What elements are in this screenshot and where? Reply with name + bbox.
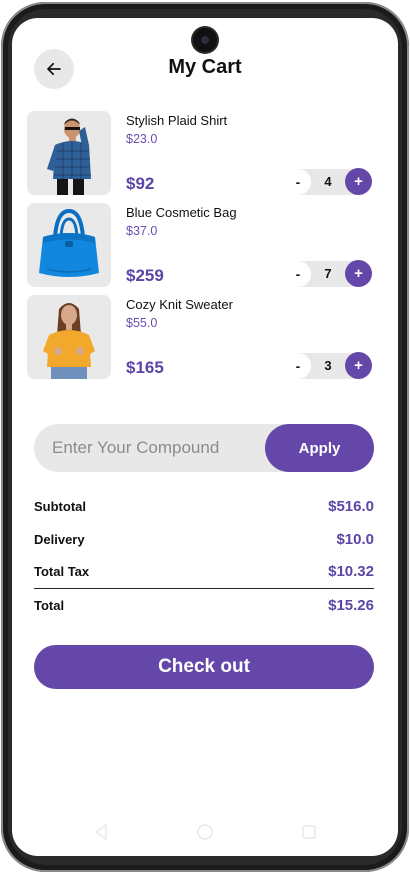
- quantity-stepper: - 4 +: [285, 168, 372, 195]
- blue-bag-image: [27, 203, 111, 287]
- decrease-quantity-button[interactable]: -: [285, 353, 311, 379]
- nav-recents-icon[interactable]: [300, 823, 318, 841]
- product-image-shirt[interactable]: [27, 111, 111, 195]
- tax-value: $10.32: [328, 563, 374, 580]
- cart-item: Stylish Plaid Shirt $23.0 $92 - 4 +: [27, 111, 372, 197]
- delivery-label: Delivery: [34, 532, 85, 547]
- item-name: Stylish Plaid Shirt: [126, 113, 228, 128]
- total-label: Total: [34, 598, 65, 613]
- quantity-stepper: - 7 +: [285, 260, 372, 287]
- subtotal-row: Subtotal $516.0: [34, 498, 374, 519]
- item-name: Cozy Knit Sweater: [126, 297, 233, 312]
- plaid-shirt-image: [27, 111, 111, 195]
- tax-label: Total Tax: [34, 564, 90, 579]
- quantity-value: 7: [324, 266, 332, 281]
- product-image-sweater[interactable]: [27, 295, 111, 379]
- item-name: Blue Cosmetic Bag: [126, 205, 237, 220]
- total-value: $15.26: [328, 597, 374, 614]
- product-image-bag[interactable]: [27, 203, 111, 287]
- subtotal-label: Subtotal: [34, 499, 86, 514]
- coupon-input[interactable]: [52, 424, 262, 472]
- cart-item: Cozy Knit Sweater $55.0 $165 - 3 +: [27, 295, 372, 381]
- tax-row: Total Tax $10.32: [34, 563, 374, 584]
- cart-item: Blue Cosmetic Bag $37.0 $259 - 7 +: [27, 203, 372, 289]
- item-unit-price: $23.0: [126, 132, 158, 146]
- front-camera: [193, 28, 217, 52]
- app-screen: My Cart Stylish Plaid Shirt $23.0 $92 - …: [12, 18, 398, 856]
- item-unit-price: $55.0: [126, 316, 158, 330]
- page-title: My Cart: [168, 56, 242, 78]
- quantity-value: 3: [324, 358, 332, 373]
- item-unit-price: $37.0: [126, 224, 158, 238]
- nav-back-icon[interactable]: [92, 823, 110, 841]
- decrease-quantity-button[interactable]: -: [285, 261, 311, 287]
- increase-quantity-button[interactable]: +: [345, 352, 372, 379]
- knit-sweater-image: [27, 295, 111, 379]
- total-row: Total $15.26: [34, 597, 374, 618]
- delivery-row: Delivery $10.0: [34, 531, 374, 552]
- increase-quantity-button[interactable]: +: [345, 168, 372, 195]
- nav-home-icon[interactable]: [196, 823, 214, 841]
- checkout-button[interactable]: Check out: [34, 645, 374, 689]
- item-total-price: $259: [126, 266, 164, 285]
- subtotal-value: $516.0: [328, 498, 374, 515]
- apply-button[interactable]: Apply: [265, 424, 374, 472]
- quantity-stepper: - 3 +: [285, 352, 372, 379]
- delivery-value: $10.0: [336, 531, 374, 548]
- decrease-quantity-button[interactable]: -: [285, 169, 311, 195]
- item-total-price: $92: [126, 174, 155, 193]
- summary-divider: [34, 588, 374, 589]
- quantity-value: 4: [324, 174, 332, 189]
- increase-quantity-button[interactable]: +: [345, 260, 372, 287]
- coupon-field: Apply: [34, 424, 374, 472]
- item-total-price: $165: [126, 358, 164, 377]
